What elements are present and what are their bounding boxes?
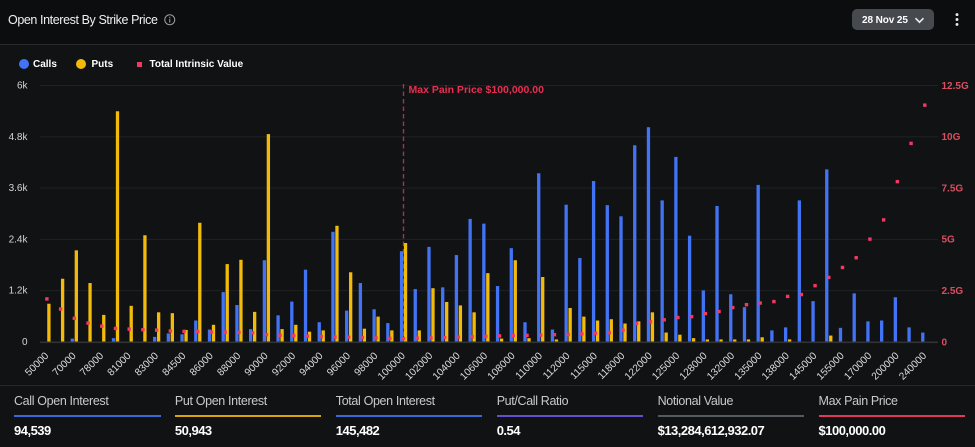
svg-text:86000: 86000	[188, 350, 216, 378]
svg-text:7.5G: 7.5G	[942, 183, 964, 194]
svg-text:94000: 94000	[298, 350, 326, 378]
svg-text:115000: 115000	[569, 350, 601, 382]
svg-text:88000: 88000	[215, 350, 243, 378]
svg-text:1.2k: 1.2k	[9, 286, 29, 297]
svg-text:118000: 118000	[596, 350, 628, 382]
svg-text:92000: 92000	[270, 350, 298, 378]
svg-text:240000: 240000	[897, 350, 929, 382]
svg-text:96000: 96000	[325, 350, 353, 378]
svg-text:4.8k: 4.8k	[9, 132, 29, 143]
svg-text:138000: 138000	[760, 350, 792, 382]
svg-text:70000: 70000	[51, 350, 79, 378]
svg-text:128000: 128000	[678, 350, 710, 382]
svg-text:2.5G: 2.5G	[942, 286, 964, 297]
svg-text:170000: 170000	[842, 350, 874, 382]
svg-text:106000: 106000	[458, 350, 490, 382]
svg-text:12.5G: 12.5G	[942, 81, 969, 92]
svg-text:3.6k: 3.6k	[9, 183, 29, 194]
svg-text:0: 0	[942, 337, 948, 348]
svg-text:112000: 112000	[541, 350, 573, 382]
svg-text:81000: 81000	[106, 350, 134, 378]
svg-text:10G: 10G	[942, 132, 961, 143]
svg-text:0: 0	[22, 337, 28, 348]
svg-text:50000: 50000	[23, 350, 51, 378]
svg-text:2.4k: 2.4k	[9, 234, 29, 245]
svg-text:110000: 110000	[514, 350, 546, 382]
svg-text:155000: 155000	[815, 350, 847, 382]
svg-text:132000: 132000	[705, 350, 737, 382]
svg-text:122000: 122000	[623, 350, 655, 382]
svg-text:83000: 83000	[133, 350, 161, 378]
svg-text:145000: 145000	[788, 350, 820, 382]
svg-text:200000: 200000	[870, 350, 902, 382]
svg-text:5G: 5G	[942, 235, 956, 246]
svg-text:100000: 100000	[376, 350, 408, 382]
svg-text:6k: 6k	[17, 81, 29, 92]
svg-text:102000: 102000	[403, 350, 435, 382]
svg-text:Max Pain Price $100,000.00: Max Pain Price $100,000.00	[409, 84, 545, 96]
svg-text:135000: 135000	[733, 350, 765, 382]
svg-text:104000: 104000	[431, 350, 463, 382]
svg-text:125000: 125000	[650, 350, 682, 382]
svg-text:90000: 90000	[243, 350, 271, 378]
svg-text:78000: 78000	[78, 350, 106, 378]
svg-text:84500: 84500	[161, 350, 189, 378]
svg-text:108000: 108000	[486, 350, 518, 382]
